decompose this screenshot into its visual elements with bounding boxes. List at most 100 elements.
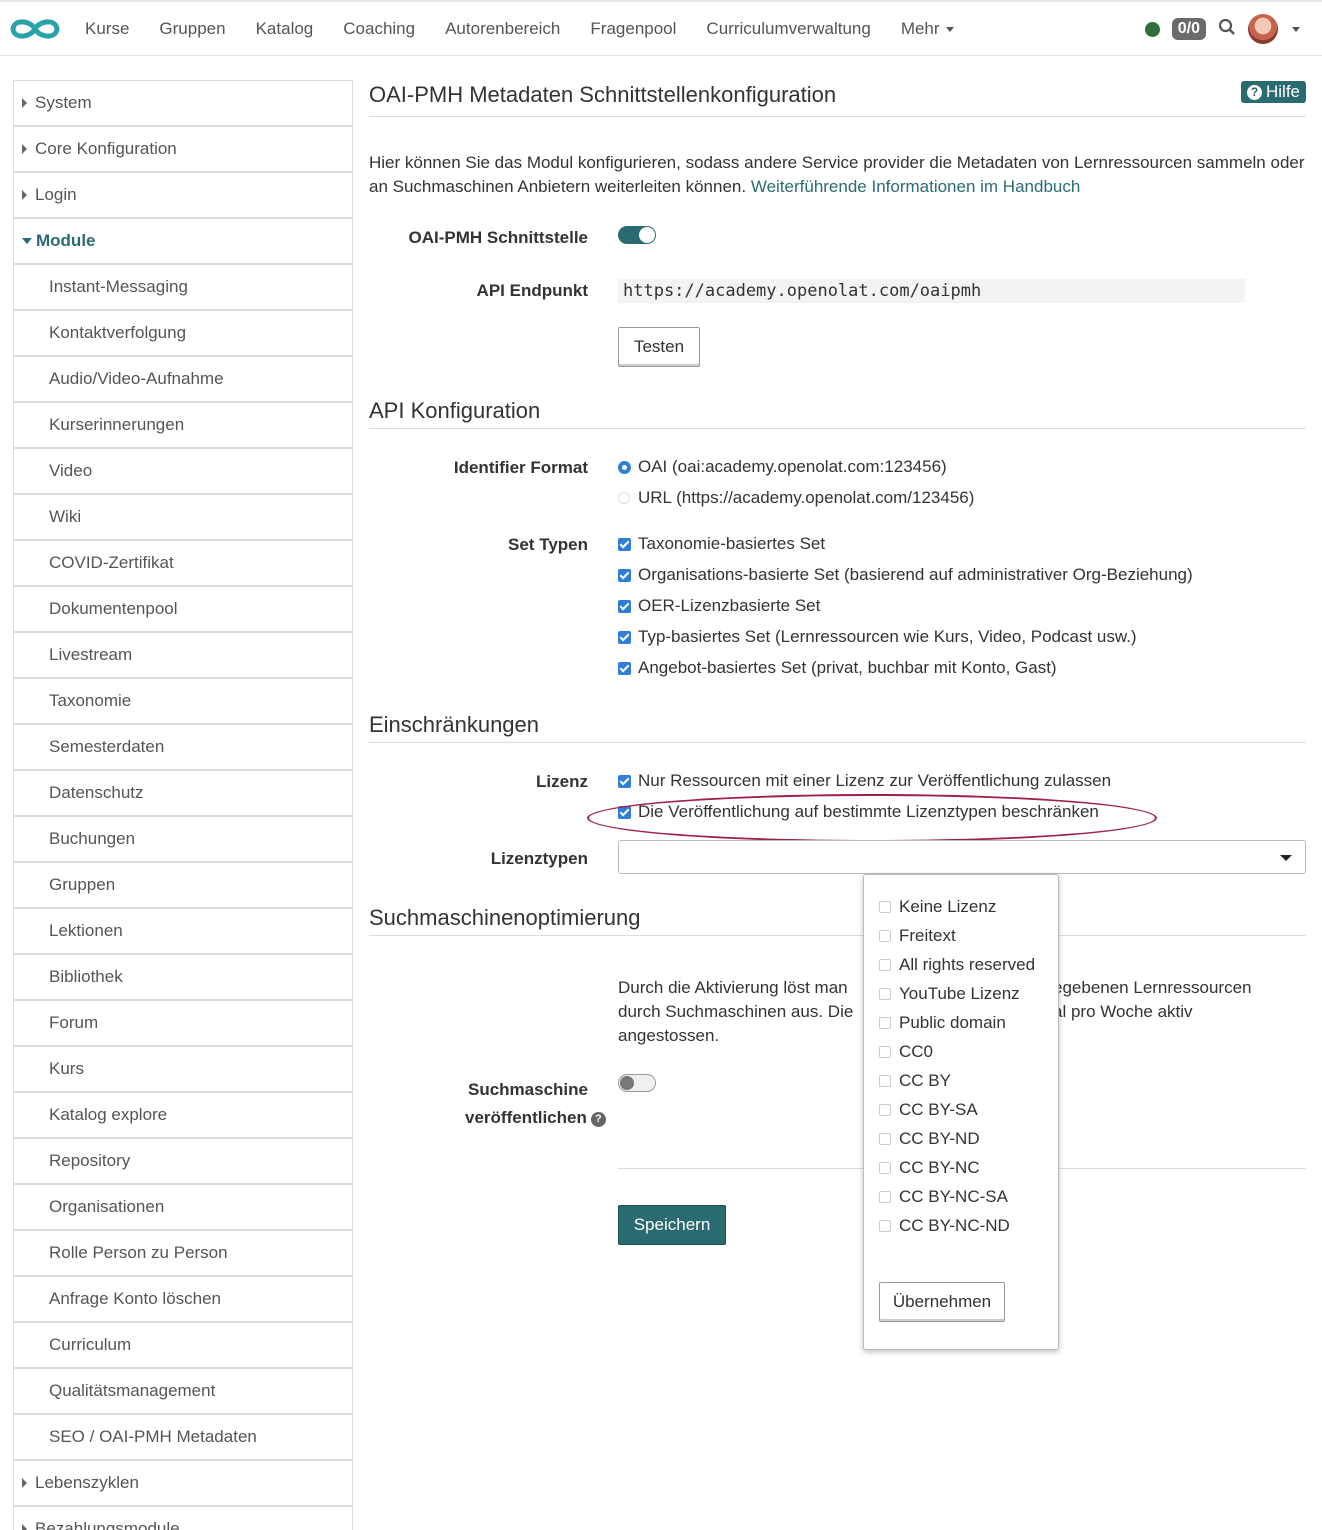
checkbox-unchecked-icon[interactable]: [879, 901, 891, 913]
license-type-option[interactable]: YouTube Lizenz: [879, 984, 1020, 1004]
license-option-only-licensed[interactable]: Nur Ressourcen mit einer Lizenz zur Verö…: [618, 771, 1111, 791]
nav-item-6[interactable]: Curriculumverwaltung: [691, 19, 885, 39]
sidebar-item-top[interactable]: Bezahlungsmodule: [14, 1507, 352, 1530]
sidebar-item-top[interactable]: Lebenszyklen: [14, 1461, 352, 1507]
sidebar-subitem[interactable]: Anfrage Konto löschen: [14, 1277, 352, 1323]
apply-button[interactable]: Übernehmen: [879, 1282, 1005, 1322]
license-type-option[interactable]: CC BY: [879, 1071, 951, 1091]
sidebar-subitem[interactable]: Curriculum: [14, 1323, 352, 1369]
sidebar-subitem[interactable]: Video: [14, 449, 352, 495]
license-type-option[interactable]: All rights reserved: [879, 955, 1035, 975]
chevron-down-icon[interactable]: [1292, 26, 1300, 32]
sidebar-subitem[interactable]: Livestream: [14, 633, 352, 679]
save-button[interactable]: Speichern: [618, 1205, 726, 1245]
interface-toggle[interactable]: [618, 226, 656, 244]
sidebar-subitem[interactable]: Semesterdaten: [14, 725, 352, 771]
set-type-option[interactable]: Organisations-basierte Set (basierend au…: [618, 565, 1193, 585]
checkbox-checked-icon[interactable]: [618, 537, 631, 551]
sidebar-item-active[interactable]: Module: [14, 219, 352, 265]
checkbox-unchecked-icon[interactable]: [879, 1162, 891, 1174]
sidebar-subitem[interactable]: Qualitätsmanagement: [14, 1369, 352, 1415]
sidebar-subitem[interactable]: Gruppen: [14, 863, 352, 909]
license-type-label: Keine Lizenz: [899, 897, 997, 916]
help-button[interactable]: ? Hilfe: [1240, 81, 1306, 103]
sidebar-subitem[interactable]: Katalog explore: [14, 1093, 352, 1139]
notification-badge[interactable]: 0/0: [1171, 18, 1206, 40]
checkbox-unchecked-icon[interactable]: [879, 1046, 891, 1058]
sidebar-subitem[interactable]: SEO / OAI-PMH Metadaten: [14, 1415, 352, 1461]
question-icon[interactable]: ?: [590, 1111, 606, 1127]
sidebar-subitem[interactable]: Kontaktverfolgung: [14, 311, 352, 357]
checkbox-unchecked-icon[interactable]: [879, 930, 891, 942]
checkbox-checked-icon[interactable]: [618, 661, 631, 675]
sidebar-subitem[interactable]: Lektionen: [14, 909, 352, 955]
sidebar-subitem[interactable]: Organisationen: [14, 1185, 352, 1231]
checkbox-unchecked-icon[interactable]: [879, 1104, 891, 1116]
sidebar-subitem[interactable]: Audio/Video-Aufnahme: [14, 357, 352, 403]
nav-item-5[interactable]: Fragenpool: [575, 19, 691, 39]
nav-item-7[interactable]: Mehr: [886, 19, 969, 39]
sidebar-item-top[interactable]: Core Konfiguration: [14, 127, 352, 173]
license-type-option[interactable]: Public domain: [879, 1013, 1006, 1033]
search-publish-toggle[interactable]: [618, 1074, 656, 1092]
sidebar-subitem[interactable]: Rolle Person zu Person: [14, 1231, 352, 1277]
checkbox-unchecked-icon[interactable]: [879, 1075, 891, 1087]
handbook-link[interactable]: Weiterführende Informationen im Handbuch: [751, 177, 1080, 196]
sidebar-subitem[interactable]: Repository: [14, 1139, 352, 1185]
license-type-option[interactable]: CC0: [879, 1042, 933, 1062]
sidebar-subitem[interactable]: Bibliothek: [14, 955, 352, 1001]
identifier-option-url[interactable]: URL (https://academy.openolat.com/123456…: [618, 488, 974, 508]
sidebar-subitem[interactable]: Dokumentenpool: [14, 587, 352, 633]
radio-unselected-icon[interactable]: [618, 492, 630, 504]
license-type-option[interactable]: CC BY-SA: [879, 1100, 978, 1120]
avatar[interactable]: [1248, 14, 1278, 44]
status-online-icon[interactable]: [1144, 21, 1160, 37]
sidebar-subitem[interactable]: COVID-Zertifikat: [14, 541, 352, 587]
set-type-option[interactable]: Taxonomie-basiertes Set: [618, 534, 825, 554]
nav-item-2[interactable]: Katalog: [241, 19, 329, 39]
checkbox-checked-icon[interactable]: [618, 599, 631, 613]
nav-item-1[interactable]: Gruppen: [144, 19, 240, 39]
sidebar-subitem[interactable]: Wiki: [14, 495, 352, 541]
set-type-option[interactable]: Typ-basiertes Set (Lernressourcen wie Ku…: [618, 627, 1137, 647]
checkbox-unchecked-icon[interactable]: [879, 1191, 891, 1203]
set-type-option[interactable]: OER-Lizenzbasierte Set: [618, 596, 820, 616]
license-type-option[interactable]: CC BY-NC: [879, 1158, 980, 1178]
sidebar-subitem[interactable]: Instant-Messaging: [14, 265, 352, 311]
test-button[interactable]: Testen: [618, 327, 700, 367]
sidebar-item-label: Kontaktverfolgung: [49, 323, 187, 342]
sidebar-subitem[interactable]: Buchungen: [14, 817, 352, 863]
nav-item-4[interactable]: Autorenbereich: [430, 19, 575, 39]
set-type-option[interactable]: Angebot-basiertes Set (privat, buchbar m…: [618, 658, 1057, 678]
checkbox-unchecked-icon[interactable]: [879, 988, 891, 1000]
sidebar-subitem[interactable]: Forum: [14, 1001, 352, 1047]
sidebar-item-label: Semesterdaten: [49, 737, 165, 756]
license-type-option[interactable]: CC BY-NC-ND: [879, 1216, 1010, 1236]
checkbox-unchecked-icon[interactable]: [879, 1220, 891, 1232]
license-type-label: CC BY-NC-SA: [899, 1187, 1008, 1206]
sidebar-subitem[interactable]: Kurserinnerungen: [14, 403, 352, 449]
checkbox-checked-icon[interactable]: [618, 630, 631, 644]
radio-selected-icon[interactable]: [618, 460, 631, 474]
license-type-option[interactable]: CC BY-NC-SA: [879, 1187, 1008, 1207]
sidebar-subitem[interactable]: Kurs: [14, 1047, 352, 1093]
license-type-option[interactable]: Freitext: [879, 926, 956, 946]
identifier-option-oai[interactable]: OAI (oai:academy.openolat.com:123456): [618, 457, 947, 477]
license-type-option[interactable]: Keine Lizenz: [879, 897, 996, 917]
license-types-select[interactable]: [618, 840, 1306, 874]
sidebar-subitem[interactable]: Taxonomie: [14, 679, 352, 725]
checkbox-unchecked-icon[interactable]: [879, 959, 891, 971]
sidebar-item-top[interactable]: System: [14, 81, 352, 127]
search-icon[interactable]: [1218, 18, 1236, 41]
checkbox-checked-icon[interactable]: [618, 568, 631, 582]
checkbox-unchecked-icon[interactable]: [879, 1017, 891, 1029]
license-type-label: Public domain: [899, 1013, 1006, 1032]
checkbox-checked-icon[interactable]: [618, 774, 631, 788]
checkbox-unchecked-icon[interactable]: [879, 1133, 891, 1145]
sidebar-subitem[interactable]: Datenschutz: [14, 771, 352, 817]
nav-item-3[interactable]: Coaching: [328, 19, 430, 39]
sidebar-item-top[interactable]: Login: [14, 173, 352, 219]
openolat-logo-icon[interactable]: [0, 2, 70, 56]
nav-item-0[interactable]: Kurse: [70, 19, 144, 39]
license-type-option[interactable]: CC BY-ND: [879, 1129, 980, 1149]
